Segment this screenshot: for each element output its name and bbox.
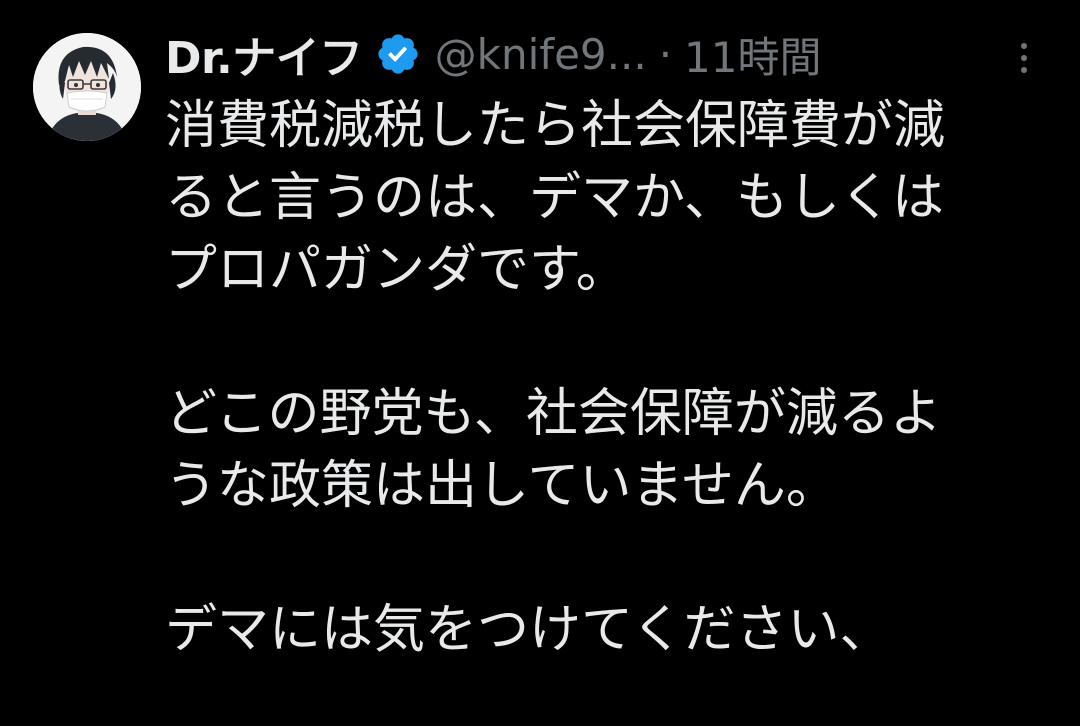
timestamp[interactable]: 11時間 xyxy=(684,24,821,85)
avatar[interactable] xyxy=(33,33,141,141)
verified-badge-icon[interactable] xyxy=(375,31,421,77)
tweet-text-blank-line xyxy=(165,522,1045,594)
tweet-header: Dr.ナイフ @knife9... · 11時間 xyxy=(165,18,822,90)
tweet-text-line: デマには気をつけてください、 xyxy=(165,600,892,660)
tweet-text-line: 消費税減税したら社会保障費が減 xyxy=(165,96,946,156)
user-handle[interactable]: @knife9... xyxy=(435,30,647,79)
tweet-text-blank-line xyxy=(165,306,1045,378)
tweet-text-line: うな政策は出していません。 xyxy=(165,456,838,516)
separator-dot: · xyxy=(658,29,673,79)
tweet-text-line: プロパガンダです。 xyxy=(165,240,628,300)
tweet-text-line: どこの野党も、社会保障が減るよ xyxy=(165,384,942,444)
anime-avatar-with-mask-icon xyxy=(33,33,141,141)
tweet: Dr.ナイフ @knife9... · 11時間 消費税減税したら社会保障費が減… xyxy=(0,0,1080,726)
tweet-text-line: ると言うのは、デマか、もしくは xyxy=(165,168,944,228)
tweet-body: 消費税減税したら社会保障費が減 ると言うのは、デマか、もしくは プロパガンダです… xyxy=(165,90,1045,666)
more-vertical-icon[interactable] xyxy=(1014,38,1034,78)
display-name[interactable]: Dr.ナイフ xyxy=(165,22,363,86)
